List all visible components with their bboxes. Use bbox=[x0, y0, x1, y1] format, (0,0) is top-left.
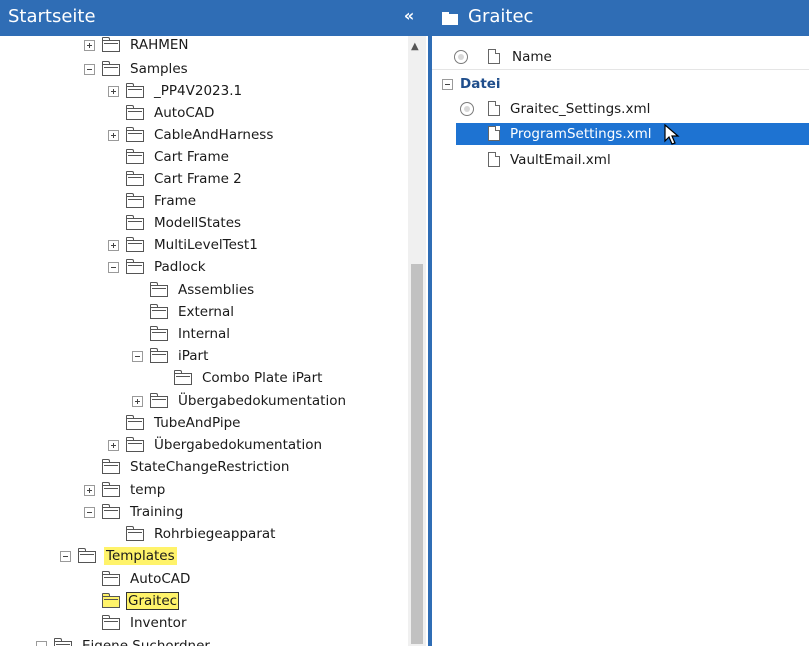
tree-item-label: AutoCAD bbox=[130, 571, 191, 587]
expand-icon[interactable] bbox=[108, 86, 119, 97]
column-header: Name bbox=[432, 44, 809, 70]
file-row[interactable]: VaultEmail.xml bbox=[456, 149, 809, 171]
folder-icon bbox=[102, 504, 120, 519]
file-type-column-icon[interactable] bbox=[488, 49, 500, 64]
tree-item-label: Internal bbox=[178, 326, 231, 342]
folder-icon bbox=[150, 304, 168, 319]
file-row[interactable]: Graitec_Settings.xml bbox=[456, 98, 809, 120]
expand-icon[interactable] bbox=[84, 485, 95, 496]
file-name: VaultEmail.xml bbox=[510, 152, 611, 168]
tree-item-label: Inventor bbox=[130, 615, 187, 631]
tree-item-label: Cart Frame bbox=[154, 149, 229, 165]
tree-item-label: Übergabedokumentation bbox=[178, 393, 347, 409]
tree-item-label: RAHMEN bbox=[130, 37, 189, 53]
collapse-icon[interactable] bbox=[60, 551, 71, 562]
folder-icon bbox=[126, 193, 144, 208]
tree-item-label: Samples bbox=[130, 61, 188, 77]
folder-icon bbox=[78, 548, 96, 563]
collapse-pane-button[interactable]: « bbox=[400, 6, 418, 26]
tree-item-label: StateChangeRestriction bbox=[130, 459, 290, 475]
tree-item-label: Übergabedokumentation bbox=[154, 437, 323, 453]
file-row[interactable]: ProgramSettings.xml bbox=[456, 123, 809, 145]
tree-item-label: _PP4V2023.1 bbox=[154, 83, 243, 99]
group-label: Datei bbox=[460, 76, 501, 92]
folder-icon bbox=[126, 127, 144, 142]
collapse-icon[interactable] bbox=[132, 351, 143, 362]
tree-item-label: ModellStates bbox=[154, 215, 242, 231]
folder-icon bbox=[150, 282, 168, 297]
document-icon bbox=[488, 126, 500, 141]
tree-item-label: temp bbox=[130, 482, 166, 498]
collapse-icon[interactable] bbox=[36, 641, 47, 646]
tree-item-label: Templates bbox=[104, 547, 177, 565]
tree-item-label: iPart bbox=[178, 348, 209, 364]
tree-item-label: External bbox=[178, 304, 235, 320]
tree-item-label: Assemblies bbox=[178, 282, 255, 298]
content-pane: Graitec Name Datei Graitec_Settings.xml … bbox=[432, 0, 809, 646]
folder-icon bbox=[126, 526, 144, 541]
collapse-icon[interactable] bbox=[84, 507, 95, 518]
folder-icon bbox=[126, 437, 144, 452]
folder-icon bbox=[174, 370, 192, 385]
folder-icon bbox=[102, 459, 120, 474]
folder-icon bbox=[126, 83, 144, 98]
folder-icon bbox=[126, 149, 144, 164]
expand-icon[interactable] bbox=[84, 40, 95, 51]
expand-icon[interactable] bbox=[108, 130, 119, 141]
tree-item-label: TubeAndPipe bbox=[154, 415, 241, 431]
scrollbar-thumb[interactable] bbox=[411, 264, 423, 644]
scroll-up-icon[interactable]: ▲ bbox=[411, 41, 419, 52]
navigation-pane: Startseite « RAHMEN Samples _PP4V2023.1 … bbox=[0, 0, 428, 646]
collapse-icon[interactable] bbox=[108, 262, 119, 273]
folder-icon bbox=[102, 37, 120, 52]
folder-tree: RAHMEN Samples _PP4V2023.1 AutoCAD Cable… bbox=[0, 36, 408, 646]
folder-icon bbox=[102, 615, 120, 630]
tree-item-label: Frame bbox=[154, 193, 197, 209]
expand-icon[interactable] bbox=[132, 396, 143, 407]
navigation-title: Startseite bbox=[8, 6, 96, 27]
file-name: ProgramSettings.xml bbox=[510, 126, 652, 142]
folder-icon bbox=[102, 593, 120, 608]
document-icon bbox=[488, 101, 500, 116]
expand-icon[interactable] bbox=[108, 240, 119, 251]
tree-item-label: Training bbox=[130, 504, 184, 520]
status-column-icon[interactable] bbox=[454, 50, 468, 64]
content-header: Graitec bbox=[432, 0, 809, 36]
tree-item-label: AutoCAD bbox=[154, 105, 215, 121]
tree-item-label: Rohrbiegeapparat bbox=[154, 526, 276, 542]
tree-item-label: Cart Frame 2 bbox=[154, 171, 242, 187]
status-icon bbox=[460, 102, 474, 116]
collapse-icon[interactable] bbox=[442, 79, 453, 90]
tree-item-label: MultiLevelTest1 bbox=[154, 237, 258, 253]
folder-icon bbox=[102, 482, 120, 497]
content-title: Graitec bbox=[468, 6, 534, 27]
navigation-header: Startseite « bbox=[0, 0, 428, 36]
folder-icon bbox=[126, 171, 144, 186]
folder-icon bbox=[126, 259, 144, 274]
folder-icon bbox=[102, 571, 120, 586]
column-name-header[interactable]: Name bbox=[512, 49, 552, 65]
folder-icon bbox=[126, 237, 144, 252]
document-icon bbox=[488, 152, 500, 167]
tree-item-label: Combo Plate iPart bbox=[202, 370, 323, 386]
folder-icon bbox=[102, 61, 120, 76]
mouse-cursor-icon bbox=[664, 124, 680, 145]
folder-icon bbox=[54, 638, 72, 646]
folder-icon bbox=[442, 12, 458, 25]
expand-icon[interactable] bbox=[108, 440, 119, 451]
folder-icon bbox=[126, 415, 144, 430]
folder-icon bbox=[126, 215, 144, 230]
folder-icon bbox=[126, 105, 144, 120]
tree-scrollbar[interactable]: ▲ bbox=[408, 36, 426, 646]
folder-icon bbox=[150, 326, 168, 341]
collapse-icon[interactable] bbox=[84, 64, 95, 75]
file-name: Graitec_Settings.xml bbox=[510, 101, 651, 117]
tree-item-label: Padlock bbox=[154, 259, 206, 275]
group-datei[interactable]: Datei bbox=[432, 74, 809, 96]
tree-item-label: Eigene Suchordner bbox=[82, 638, 210, 646]
folder-icon bbox=[150, 348, 168, 363]
tree-item-label: Graitec bbox=[126, 592, 180, 610]
tree-item-label: CableAndHarness bbox=[154, 127, 274, 143]
folder-icon bbox=[150, 393, 168, 408]
